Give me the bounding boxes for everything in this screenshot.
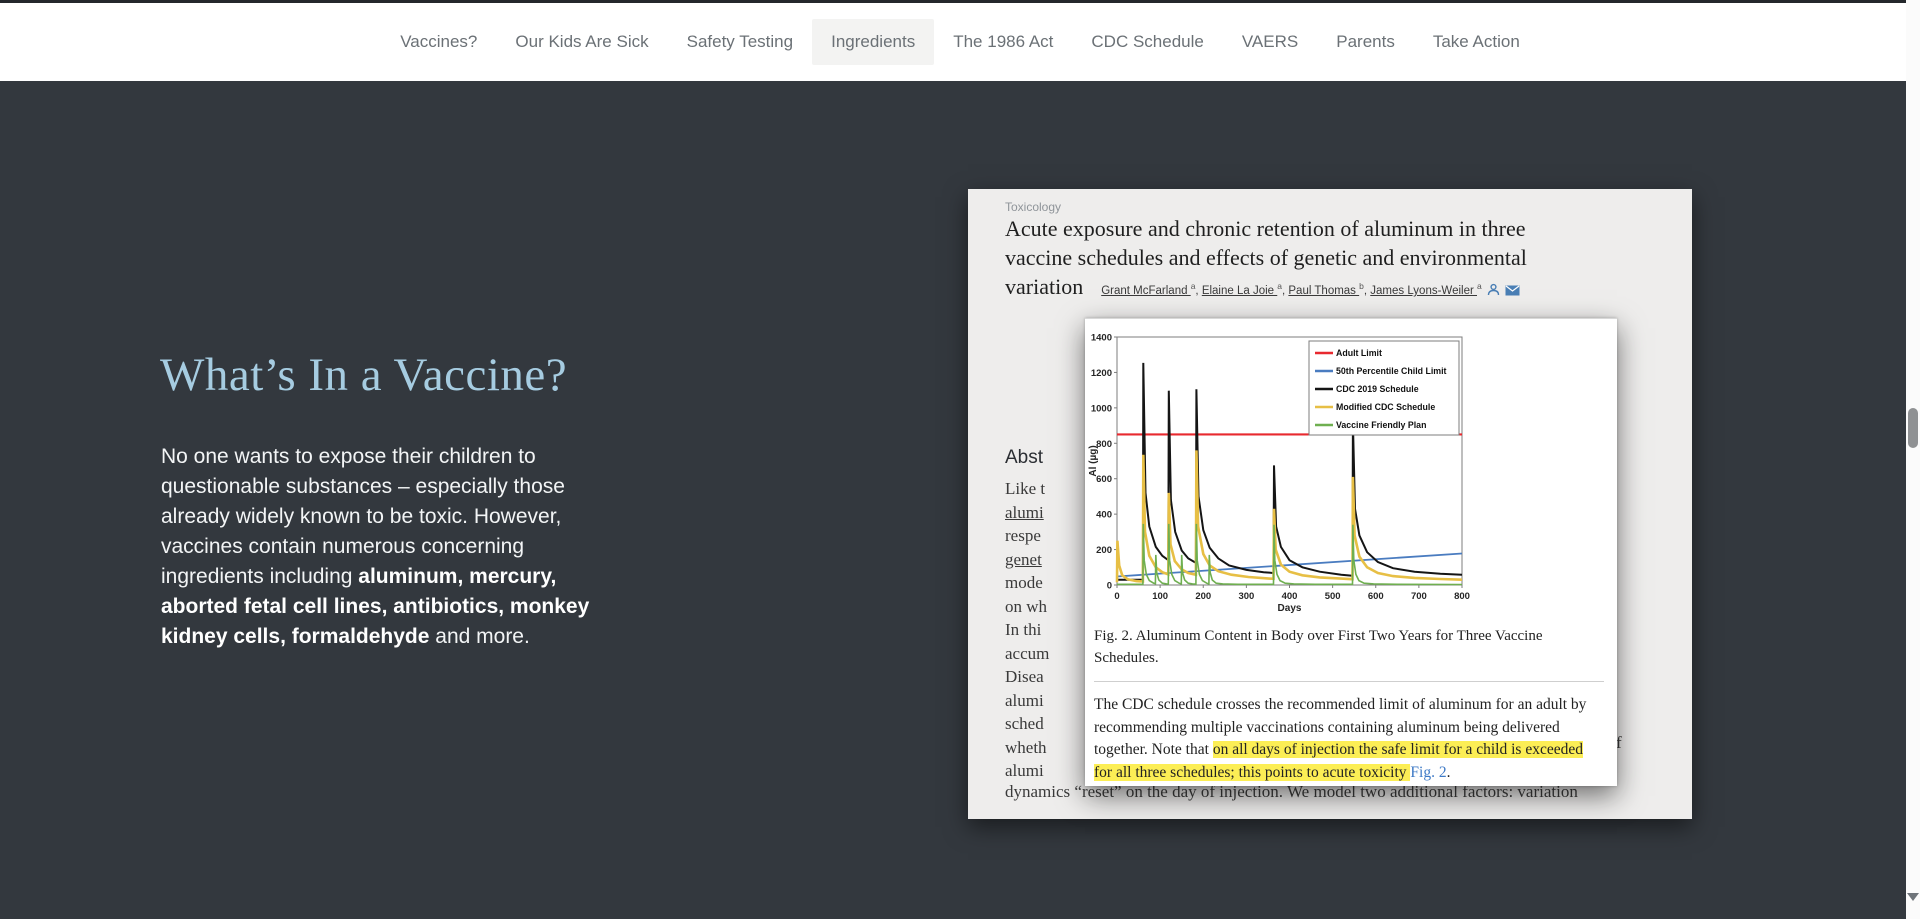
- nav-item-vaccines-[interactable]: Vaccines?: [381, 19, 496, 65]
- author-link[interactable]: Paul Thomas: [1288, 285, 1359, 297]
- abstract-text-fragment: alumi: [1005, 689, 1049, 713]
- svg-text:0: 0: [1114, 591, 1119, 602]
- paper-title-line: variationGrant McFarland a, Elaine La Jo…: [1005, 272, 1665, 306]
- top-border-line: [0, 0, 1920, 3]
- author-person-icon[interactable]: [1487, 283, 1500, 296]
- scroll-down-arrow-icon[interactable]: [1907, 893, 1919, 901]
- figure-chart: 0 200 400 600 800 1000 1200 1400 0 100 200 300 400 50…: [1087, 323, 1487, 619]
- abstract-text-fragment: In thi: [1005, 618, 1049, 642]
- abstract-text-fragment: accum: [1005, 642, 1049, 666]
- hero-paragraph: No one wants to expose their children to…: [161, 442, 619, 652]
- scrollbar-thumb[interactable]: [1908, 408, 1918, 448]
- svg-text:1400: 1400: [1091, 333, 1112, 344]
- svg-text:200: 200: [1096, 545, 1112, 556]
- nav-item-the-1986-act[interactable]: The 1986 Act: [934, 19, 1072, 65]
- abstract-text-fragment: respe: [1005, 524, 1049, 548]
- hero-paragraph-segment: and more.: [429, 625, 529, 648]
- figure-paragraph: The CDC schedule crosses the recommended…: [1094, 694, 1602, 784]
- abstract-text-fragment: mode: [1005, 571, 1049, 595]
- svg-text:200: 200: [1195, 591, 1211, 602]
- paper-title-line: vaccine schedules and effects of genetic…: [1005, 243, 1665, 272]
- author-link[interactable]: Elaine La Joie: [1202, 285, 1277, 297]
- nav-item-ingredients[interactable]: Ingredients: [812, 19, 934, 65]
- svg-text:400: 400: [1096, 510, 1112, 521]
- abstract-text-fragment: Disea: [1005, 665, 1049, 689]
- svg-text:1200: 1200: [1091, 368, 1112, 379]
- fig-2-link[interactable]: Fig. 2: [1410, 764, 1446, 781]
- figure-chart-container: 0 200 400 600 800 1000 1200 1400 0 100 200 300 400 50…: [1087, 323, 1487, 624]
- svg-text:0: 0: [1107, 581, 1112, 592]
- abstract-heading-fragment: Abst: [1005, 447, 1043, 469]
- nav-item-safety-testing[interactable]: Safety Testing: [668, 19, 812, 65]
- svg-text:100: 100: [1152, 591, 1168, 602]
- abstract-text-fragment: on wh: [1005, 595, 1049, 619]
- main-nav: Vaccines?Our Kids Are SickSafety Testing…: [0, 3, 1920, 81]
- figure-popup: 0 200 400 600 800 1000 1200 1400 0 100 200 300 400 50…: [1085, 318, 1617, 786]
- svg-text:700: 700: [1411, 591, 1427, 602]
- author-affiliation-sup: a: [1277, 281, 1282, 291]
- abstract-text-fragment: Like t: [1005, 477, 1049, 501]
- abstract-fragments: Like talumirespegenetmodeon whIn thiaccu…: [1005, 477, 1049, 783]
- nav-item-take-action[interactable]: Take Action: [1414, 19, 1539, 65]
- hero-section: What’s In a Vaccine? No one wants to exp…: [160, 348, 630, 652]
- author-link[interactable]: James Lyons-Weiler: [1370, 285, 1477, 297]
- svg-text:300: 300: [1238, 591, 1254, 602]
- svg-text:Al (µg): Al (µg): [1088, 445, 1099, 476]
- paper-title: Acute exposure and chronic retention of …: [1005, 214, 1665, 306]
- author-affiliation-sup: b: [1359, 281, 1364, 291]
- abstract-inline-link-fragment[interactable]: alumi: [1005, 501, 1049, 525]
- nav-item-cdc-schedule[interactable]: CDC Schedule: [1072, 19, 1222, 65]
- figure-divider: [1094, 681, 1604, 682]
- svg-text:400: 400: [1282, 591, 1298, 602]
- svg-text:Modified CDC Schedule: Modified CDC Schedule: [1336, 402, 1435, 412]
- svg-text:CDC 2019 Schedule: CDC 2019 Schedule: [1336, 384, 1419, 394]
- svg-text:Days: Days: [1278, 603, 1302, 614]
- svg-text:50th Percentile Child Limit: 50th Percentile Child Limit: [1336, 366, 1447, 376]
- abstract-text-fragment: wheth: [1005, 736, 1049, 760]
- figure-paragraph-segment: .: [1447, 764, 1451, 781]
- svg-text:Adult Limit: Adult Limit: [1336, 348, 1382, 358]
- svg-text:600: 600: [1368, 591, 1384, 602]
- author-link[interactable]: Grant McFarland: [1101, 285, 1190, 297]
- author-affiliation-sup: a: [1191, 281, 1196, 291]
- nav-item-our-kids-are-sick[interactable]: Our Kids Are Sick: [496, 19, 667, 65]
- nav-item-vaers[interactable]: VAERS: [1223, 19, 1317, 65]
- svg-text:500: 500: [1325, 591, 1341, 602]
- journal-label: Toxicology: [1005, 200, 1061, 214]
- nav-item-parents[interactable]: Parents: [1317, 19, 1414, 65]
- paper-title-line: Acute exposure and chronic retention of …: [1005, 214, 1665, 243]
- authors-line: Grant McFarland a, Elaine La Joie a, Pau…: [1101, 285, 1482, 297]
- abstract-inline-link-fragment[interactable]: genet: [1005, 548, 1049, 572]
- email-envelope-icon[interactable]: [1505, 285, 1520, 296]
- figure-caption: Fig. 2. Aluminum Content in Body over Fi…: [1094, 625, 1589, 669]
- svg-text:Vaccine Friendly Plan: Vaccine Friendly Plan: [1336, 420, 1426, 430]
- abstract-text-fragment: sched: [1005, 712, 1049, 736]
- page-title: What’s In a Vaccine?: [160, 348, 630, 402]
- svg-text:1000: 1000: [1091, 403, 1112, 414]
- page-scrollbar[interactable]: [1906, 0, 1920, 919]
- abstract-text-fragment: alumi: [1005, 759, 1049, 783]
- svg-text:800: 800: [1454, 591, 1470, 602]
